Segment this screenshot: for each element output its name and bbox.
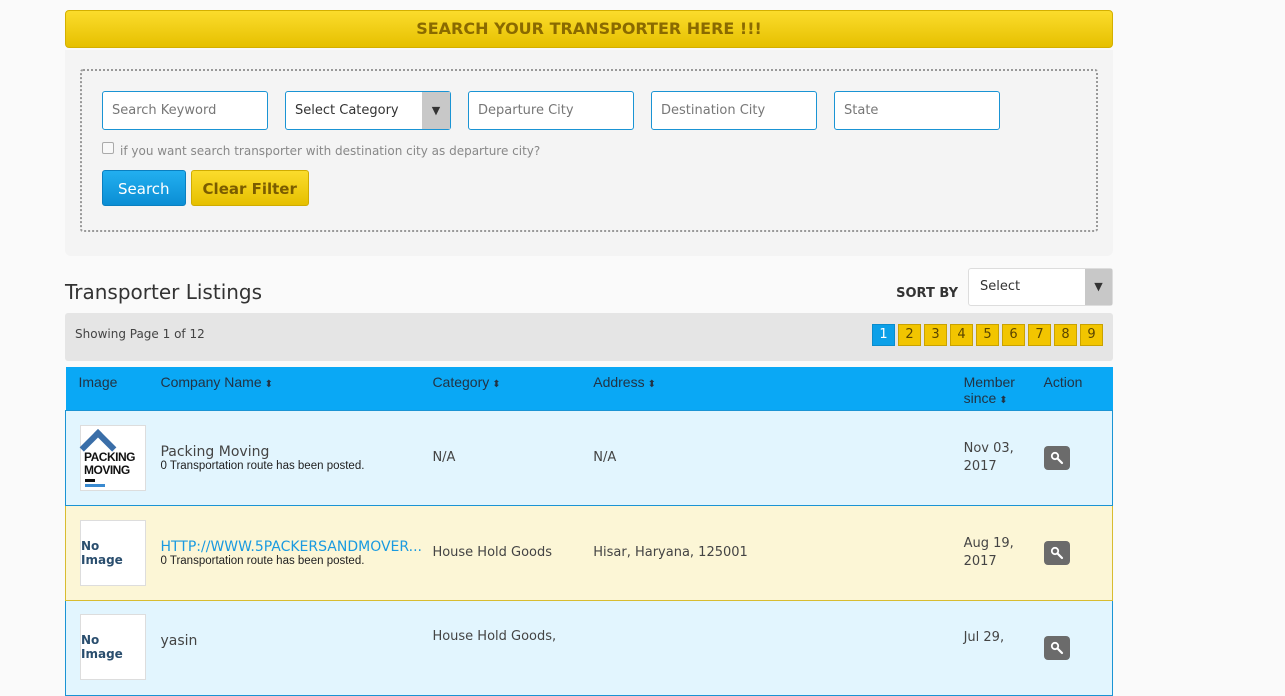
view-button[interactable] [1043,540,1070,565]
address-cell: Hisar, Haryana, 125001 [593,504,964,601]
sort-icon[interactable]: ⬍ [999,395,1007,406]
route-count-note: 0 Transportation route has been posted. [160,459,365,472]
search-form: Search Keyword Select Category ▼ Departu… [80,69,1098,232]
search-icon [1050,546,1063,559]
search-icon [1050,451,1063,464]
page-6-button[interactable]: 6 [1002,324,1025,346]
header-image: Image [78,374,118,390]
header-address[interactable]: Address ⬍ [593,367,963,410]
search-icon [1050,641,1063,654]
company-name-link[interactable]: HTTP://WWW.5PACKERSANDMOVER... [160,539,432,555]
page-7-button[interactable]: 7 [1028,324,1051,346]
date-part: Aug 19, [963,535,1014,551]
search-banner: SEARCH YOUR TRANSPORTER HERE !!! [65,10,1113,48]
view-button[interactable] [1043,635,1070,660]
page-8-button[interactable]: 8 [1054,324,1077,346]
date-part: 2017 [963,553,997,569]
page-5-button[interactable]: 5 [976,324,999,346]
logo-text: PACKING [84,449,135,464]
no-image-thumb[interactable]: No Image [80,519,146,586]
table-row: No Image HTTP://WWW.5PACKERSANDMOVER... … [65,504,1113,601]
page-4-button[interactable]: 4 [950,324,973,346]
header-company-label: Company Name [160,374,262,390]
header-since-label: since [963,390,997,406]
view-button[interactable] [1043,445,1070,470]
sort-icon[interactable]: ⬍ [492,379,500,390]
pagination-bar: Showing Page 1 of 12 1 2 3 4 5 6 7 8 9 [65,313,1113,361]
state-input[interactable]: State [834,91,1000,130]
page-2-button[interactable]: 2 [898,324,921,346]
route-count-note: 0 Transportation route has been posted. [160,554,365,567]
search-panel: Search Keyword Select Category ▼ Departu… [65,50,1113,256]
sort-by-label: SORT BY [896,286,958,301]
table-row: PACKING MOVING Packing Moving 0 Transport… [65,409,1113,506]
logo-text: MOVING [84,462,130,477]
page-1-button[interactable]: 1 [872,324,895,346]
sort-select-value: Select [980,279,1021,294]
search-button[interactable]: Search [102,170,186,206]
same-city-checkbox[interactable] [102,142,114,154]
same-city-checkbox-label: if you want search transporter with dest… [120,144,541,158]
page-status: Showing Page 1 of 12 [75,327,205,341]
category-cell: House Hold Goods, [432,599,594,696]
category-cell: House Hold Goods [432,504,594,601]
header-action: Action [1043,374,1083,390]
listings-title: Transporter Listings [65,280,263,304]
company-logo[interactable]: PACKING MOVING [79,424,146,491]
sort-icon[interactable]: ⬍ [648,379,656,390]
sort-select[interactable]: Select ▼ [968,268,1113,306]
page-wrapper: SEARCH YOUR TRANSPORTER HERE !!! Search … [65,10,1113,696]
header-member-since[interactable]: Member since ⬍ [964,367,1044,410]
date-part: 2017 [963,458,997,474]
member-since-cell: Nov 03, 2017 [964,440,1044,476]
departure-city-input[interactable]: Departure City [468,91,634,130]
member-since-cell: Aug 19, 2017 [964,535,1044,571]
category-select-value: Select Category [295,103,399,118]
company-name[interactable]: yasin [160,633,432,649]
header-address-label: Address [593,374,645,390]
company-name[interactable]: Packing Moving [160,444,432,460]
transporter-table: Image Company Name ⬍ Category ⬍ Address ⬍ M… [65,367,1113,696]
pagination: 1 2 3 4 5 6 7 8 9 [872,324,1103,346]
date-part: Jul 29, [963,629,1005,645]
clear-filter-button[interactable]: Clear Filter [190,170,309,206]
table-row: No Image yasin House Hold Goods, Jul 29, [65,599,1113,696]
page-9-button[interactable]: 9 [1080,324,1103,346]
page-3-button[interactable]: 3 [924,324,947,346]
header-member-label: Member [963,374,1015,390]
address-cell: N/A [593,409,964,506]
chevron-down-icon[interactable]: ▼ [422,92,450,129]
no-image-thumb[interactable]: No Image [80,613,146,680]
keyword-input[interactable]: Search Keyword [102,91,268,130]
header-category[interactable]: Category ⬍ [432,367,593,410]
sort-icon[interactable]: ⬍ [265,379,273,390]
chevron-down-icon[interactable]: ▼ [1085,269,1112,305]
member-since-cell: Jul 29, [964,629,1044,647]
table-header-row: Image Company Name ⬍ Category ⬍ Address ⬍ M… [65,367,1113,410]
header-company-name[interactable]: Company Name ⬍ [160,367,432,410]
header-category-label: Category [432,374,490,390]
address-cell [593,599,964,696]
category-cell: N/A [432,409,594,506]
category-select[interactable]: Select Category ▼ [285,91,451,130]
destination-city-input[interactable]: Destination City [651,91,817,130]
date-part: Nov 03, [963,440,1014,456]
